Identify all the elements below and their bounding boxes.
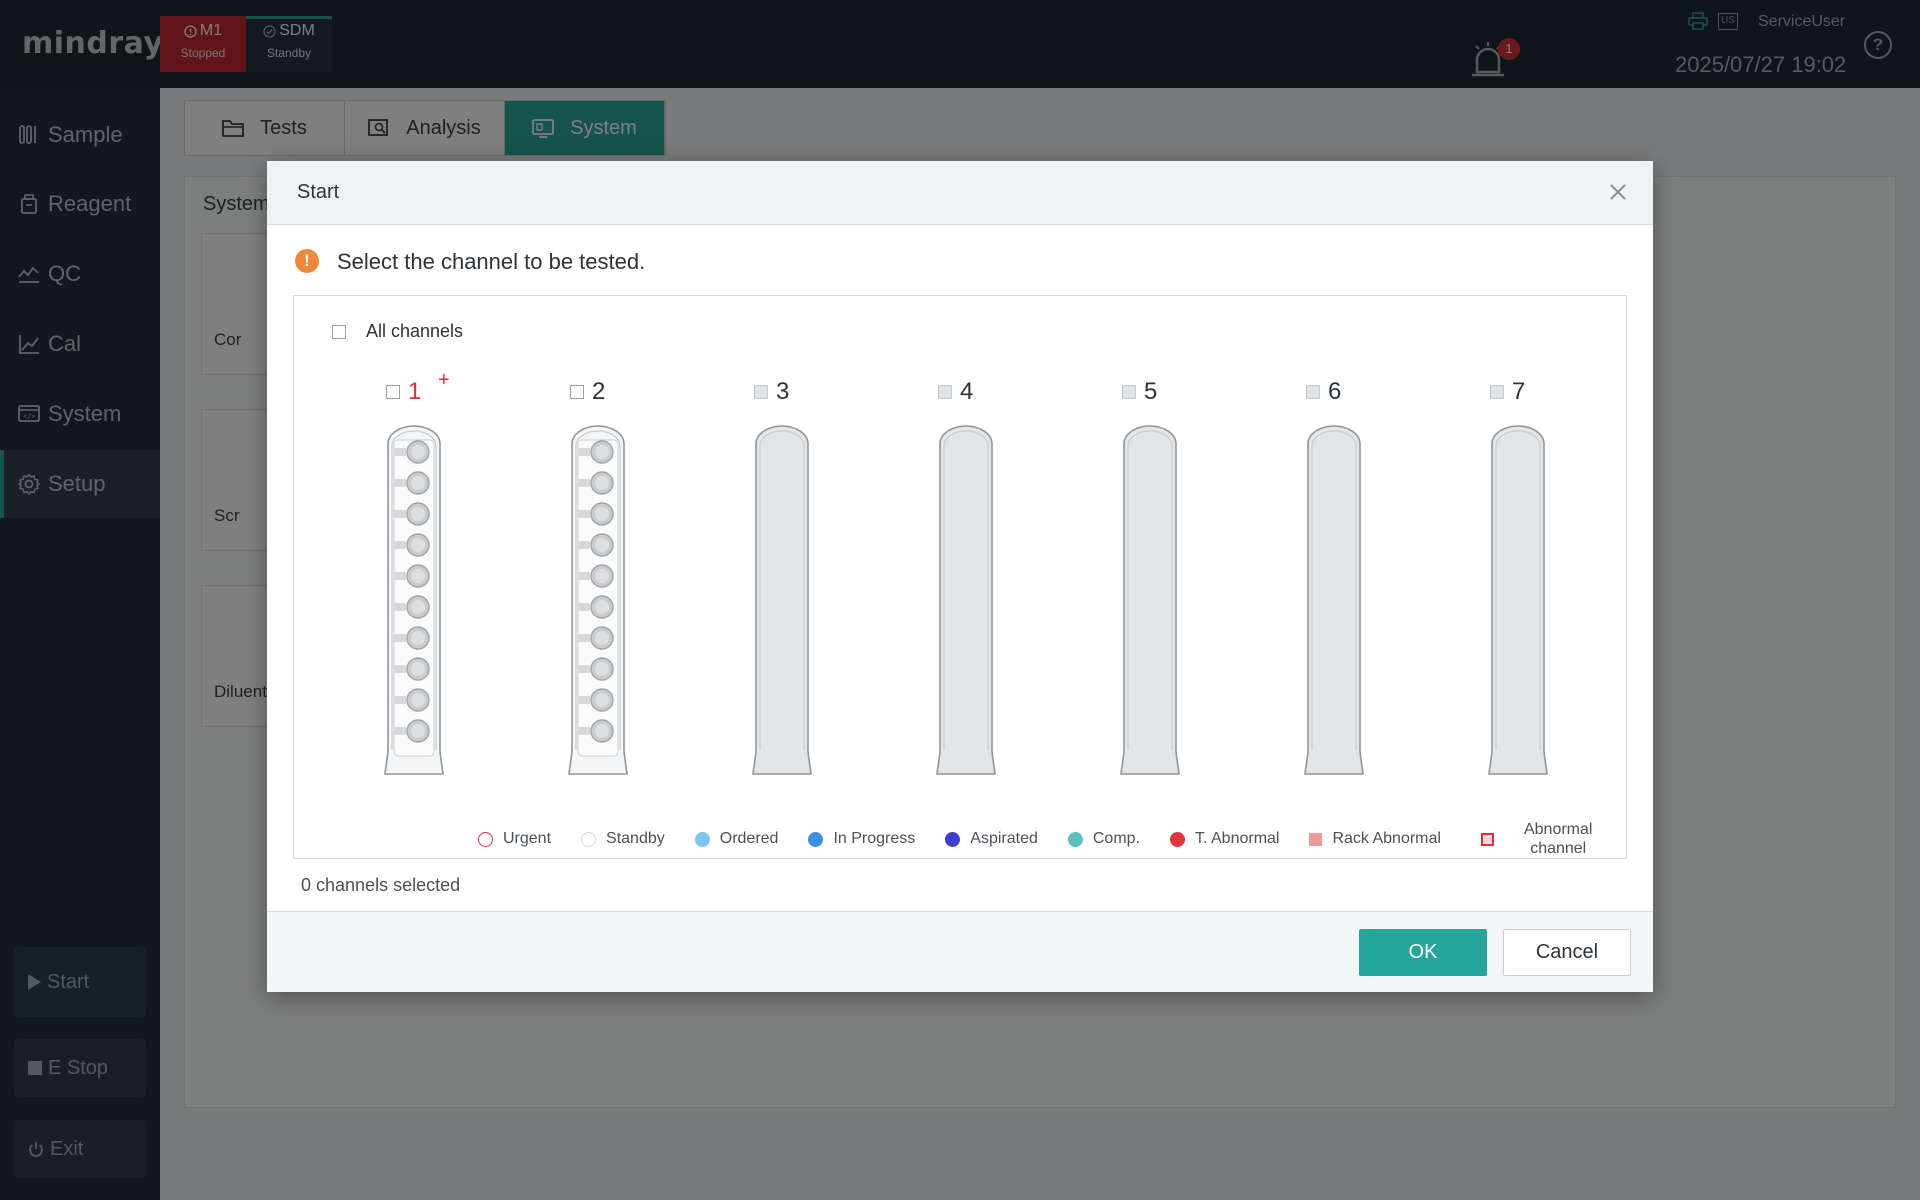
channel-number: 3: [776, 378, 790, 405]
channel-4: 4: [926, 378, 1006, 798]
channel-header: 2: [570, 378, 605, 406]
rack-slot: [752, 425, 812, 775]
rack-slot: [1120, 425, 1180, 775]
dialog-title: Start: [297, 181, 340, 203]
legend-in-progress: In Progress: [808, 830, 915, 848]
channel-5: 5: [1110, 378, 1190, 798]
channel-header: 5: [1122, 378, 1157, 406]
channel-checkbox: [1490, 385, 1504, 399]
channel-number: 2: [592, 378, 606, 405]
channel-header: 3: [754, 378, 789, 406]
warning-icon: !: [295, 249, 319, 273]
channel-header: 6: [1306, 378, 1341, 406]
legend-comp: Comp.: [1067, 830, 1140, 848]
all-channels-checkbox[interactable]: [332, 324, 346, 339]
channel-number: 1: [408, 378, 422, 405]
dialog-prompt: Select the channel to be tested.: [337, 249, 646, 274]
channel-number: 7: [1512, 378, 1526, 405]
channel-checkbox[interactable]: [386, 385, 400, 399]
aspirated-dot-icon: [945, 831, 961, 847]
status-legend: Urgent Standby Ordered In Progress Aspir…: [478, 820, 1592, 858]
dialog-header: Start: [267, 161, 1653, 225]
standby-ring-icon: [581, 831, 597, 847]
channel-checkbox: [1306, 385, 1320, 399]
rack-abnormal-square-icon: [1309, 832, 1323, 846]
channel-number: 4: [960, 378, 974, 405]
rack-slot: [936, 425, 996, 775]
channel-number: 6: [1328, 378, 1342, 405]
abnormal-channel-square-icon: [1480, 832, 1494, 846]
channel-checkbox: [754, 385, 768, 399]
channel-3: 3: [742, 378, 822, 798]
channel-1[interactable]: 1 +: [374, 369, 454, 798]
channel-header: 4: [938, 378, 973, 406]
rack-slot: [1488, 425, 1548, 775]
channel-checkbox: [1122, 385, 1136, 399]
channel-6: 6: [1294, 378, 1374, 798]
selected-count: 0 channels selected: [301, 875, 461, 895]
in-progress-dot-icon: [808, 831, 824, 847]
channel-header: 1: [386, 378, 421, 406]
cancel-button[interactable]: Cancel: [1503, 929, 1631, 976]
start-dialog: Start ! Select the channel to be tested.…: [267, 161, 1653, 992]
rack-slot: [1304, 425, 1364, 775]
urgent-marker: +: [438, 369, 450, 391]
rack-slot: [384, 425, 444, 775]
close-icon[interactable]: [1605, 179, 1631, 205]
legend-abnormal-channel: Abnormal channel: [1480, 820, 1592, 858]
urgent-ring-icon: [478, 831, 493, 847]
ok-button[interactable]: OK: [1359, 929, 1487, 976]
channel-7: 7: [1478, 378, 1558, 798]
all-channels-label: All channels: [366, 321, 464, 341]
dialog-footer: OK Cancel: [267, 911, 1653, 992]
legend-ordered: Ordered: [694, 830, 778, 848]
channel-selection-box: All channels 1 +2 3 4 5 6 7 Urgent Standby Ord…: [293, 295, 1627, 859]
legend-urgent: Urgent: [478, 830, 551, 848]
channel-number: 5: [1144, 378, 1158, 405]
channel-checkbox[interactable]: [570, 385, 584, 399]
channel-header: 7: [1490, 378, 1525, 406]
ordered-dot-icon: [694, 831, 710, 847]
channel-checkbox: [938, 385, 952, 399]
comp-dot-icon: [1067, 831, 1083, 847]
legend-aspirated: Aspirated: [945, 830, 1038, 848]
legend-standby: Standby: [581, 830, 665, 848]
legend-rack-abnormal: Rack Abnormal: [1309, 830, 1441, 848]
t-abnormal-dot-icon: [1169, 831, 1185, 847]
legend-t-abnormal: T. Abnormal: [1169, 830, 1279, 848]
rack-slot: [568, 425, 628, 775]
channel-2[interactable]: 2: [558, 378, 638, 798]
all-channels-option[interactable]: All channels: [332, 321, 463, 342]
